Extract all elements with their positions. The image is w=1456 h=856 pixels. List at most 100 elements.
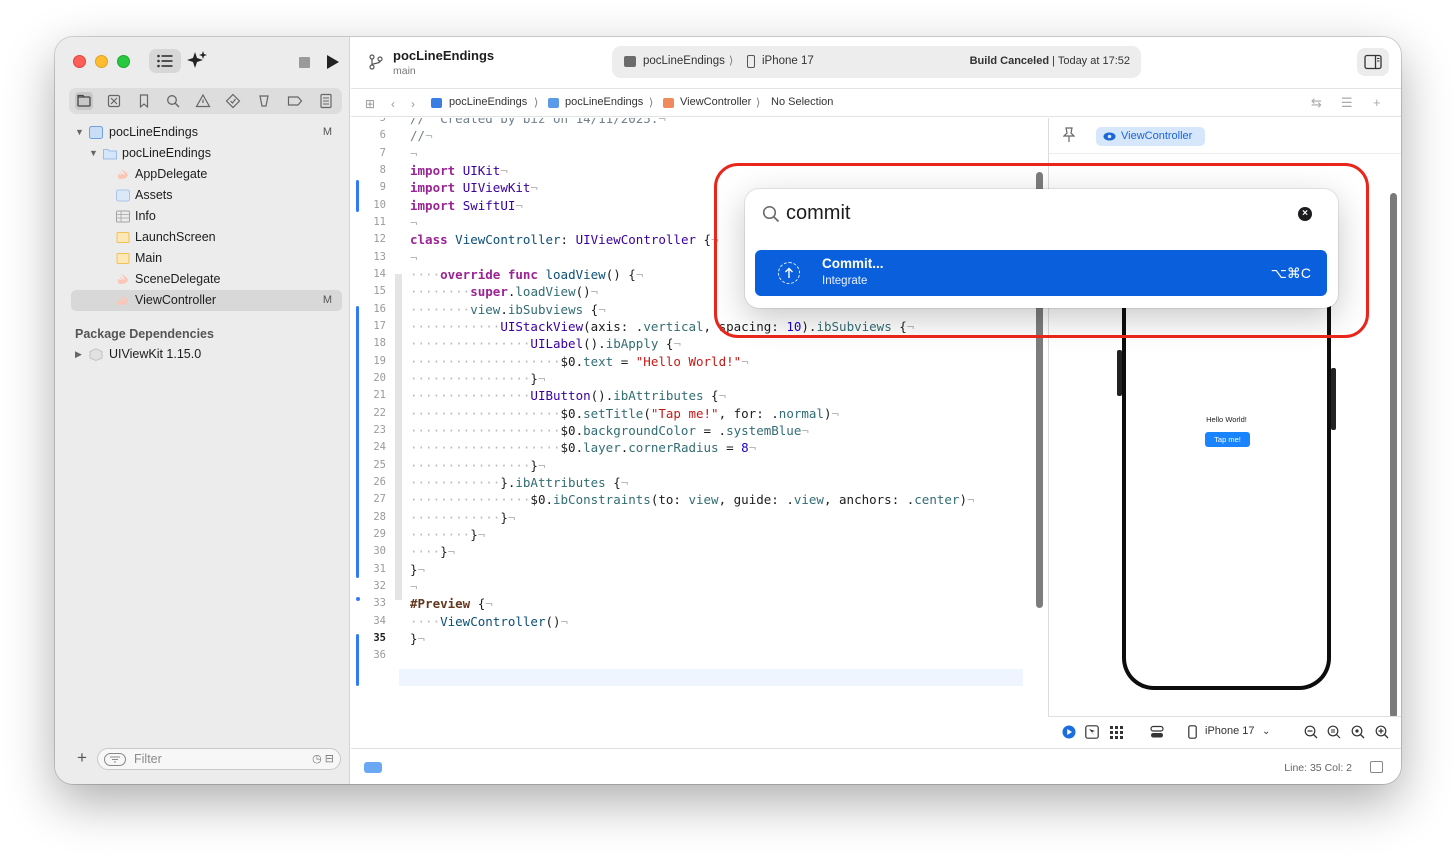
filter-placeholder: Filter [134,752,162,766]
chevron-right-icon: ⟩ [729,55,734,67]
minimap-toggle-icon[interactable] [1370,761,1383,773]
zoom-window-button[interactable] [117,55,130,68]
tree-item-file[interactable]: Info [71,206,342,227]
tree-item-group[interactable]: ▼ pocLineEndings [71,143,342,164]
breadcrumb-symbol[interactable]: No Selection [771,96,833,108]
code-line: ¬ [410,215,418,230]
code-line: class ViewController: UIViewController {… [410,232,719,247]
debug-navigator-icon[interactable] [255,92,273,110]
disclosure-open-icon[interactable]: ▼ [89,143,98,164]
run-button[interactable] [327,55,339,69]
tree-item-file[interactable]: Assets [71,185,342,206]
build-status-time: | Today at 17:52 [1049,55,1130,67]
coding-assistant-icon[interactable] [186,50,208,72]
preview-hello-label: Hello World! [1206,415,1247,424]
inspector-toggle-button[interactable] [1357,48,1389,76]
zoom-actual-icon[interactable] [1351,725,1365,739]
preview-device-selector[interactable]: iPhone 17 [1205,725,1255,737]
tree-item-label: AppDelegate [135,167,208,181]
build-status: Build Canceled | Today at 17:52 [970,55,1130,67]
toolbar: pocLineEndings main pocLineEndings ⟩ iPh… [299,37,1401,89]
breadcrumb-separator: ⟩ [649,97,654,109]
close-window-button[interactable] [73,55,86,68]
report-navigator-icon[interactable] [317,92,335,110]
selectable-mode-icon[interactable] [1085,725,1099,739]
breadcrumb-project[interactable]: pocLineEndings [449,96,527,108]
compare-icon[interactable]: ⇆ [1311,95,1322,111]
project-title[interactable]: pocLineEndings [393,48,494,63]
storyboard-icon [116,253,130,264]
breadcrumb-file[interactable]: ViewController [680,96,751,108]
tree-item-file[interactable]: AppDelegate [71,164,342,185]
code-line: }¬ [410,562,426,577]
navigator-sidebar: ▼ pocLineEndings M ▼ pocLineEndings AppD… [55,37,350,784]
breadcrumb-group[interactable]: pocLineEndings [565,96,643,108]
source-control-navigator-icon[interactable] [105,92,123,110]
zoom-out-icon[interactable] [1304,725,1318,739]
zoom-fit-icon[interactable] [1327,725,1341,739]
chevron-down-icon[interactable]: ⌄ [1262,726,1270,737]
minimize-window-button[interactable] [95,55,108,68]
swift-file-icon [118,169,128,179]
sidebar-right-icon [1364,54,1382,70]
back-arrow-icon[interactable]: ‹ [391,97,395,111]
tree-item-file[interactable]: LaunchScreen [71,227,342,248]
phone-side-button [1331,368,1336,430]
code-line: import SwiftUI¬ [410,198,523,213]
tree-item-file[interactable]: Main [71,248,342,269]
run-destination-selector[interactable]: iPhone 17 [762,55,814,67]
project-navigator-icon[interactable] [75,92,93,110]
editor-options-icon[interactable]: ☰ [1341,95,1353,111]
scheme-icon [624,56,636,67]
code-line: ····override func loadView() {¬ [410,267,644,282]
code-line: //¬ [410,128,433,143]
live-preview-icon[interactable] [1062,725,1076,739]
tree-item-file[interactable]: SceneDelegate [71,269,342,290]
swift-file-icon [118,295,128,305]
device-settings-icon[interactable] [1150,725,1164,739]
build-status-label: Build Canceled [969,55,1050,67]
code-line: ····}¬ [410,544,456,559]
tree-item-project[interactable]: ▼ pocLineEndings M [71,122,342,143]
breadcrumb-separator: ⟩ [534,97,539,109]
preview-target-chip[interactable]: ViewController [1096,127,1205,146]
branch-name[interactable]: main [393,65,416,77]
scheme-selector[interactable]: pocLineEndings [643,55,725,67]
add-editor-icon[interactable]: + [1373,95,1381,110]
variants-grid-icon[interactable] [1109,725,1125,739]
code-line: ············}¬ [410,510,516,525]
navigator-toggle-button[interactable] [149,49,181,73]
forward-arrow-icon[interactable]: › [411,97,415,111]
eye-icon [1103,132,1116,141]
iphone-icon [747,55,755,68]
cursor-position: Line: 35 Col: 2 [1284,762,1352,774]
recent-files-icon[interactable]: ◷ ⊟ [312,752,334,765]
swift-file-icon [118,274,128,284]
bookmark-navigator-icon[interactable] [135,92,153,110]
preview-tap-button[interactable]: Tap me! [1205,432,1250,447]
code-line: ····················$0.setTitle("Tap me!… [410,406,840,421]
pin-icon[interactable] [1063,127,1075,143]
package-item[interactable]: ▶ UIViewKit 1.15.0 [71,344,342,365]
test-navigator-icon[interactable] [224,92,242,110]
issue-navigator-icon[interactable] [194,92,212,110]
find-navigator-icon[interactable] [164,92,182,110]
preview-target-label: ViewController [1121,130,1193,142]
canvas-vertical-scrollbar[interactable] [1390,193,1397,718]
filter-input[interactable]: Filter ◷ ⊟ [97,748,341,770]
disclosure-closed-icon[interactable]: ▶ [75,344,82,365]
disclosure-open-icon[interactable]: ▼ [75,122,84,143]
project-icon [89,126,103,139]
code-line: import UIViewKit¬ [410,180,538,195]
package-dependencies-header: Package Dependencies [75,327,214,341]
tree-item-file-selected[interactable]: ViewController M [71,290,342,311]
zoom-in-icon[interactable] [1375,725,1389,739]
annotation-highlight-box [714,163,1369,338]
stop-button[interactable] [299,57,310,68]
related-items-icon[interactable]: ⊞ [365,97,375,111]
tree-item-label: pocLineEndings [109,125,198,139]
debug-area-toggle-icon[interactable] [364,762,382,773]
tree-item-label: LaunchScreen [135,230,216,244]
breakpoint-navigator-icon[interactable] [286,92,304,110]
add-file-button[interactable]: + [77,748,87,768]
